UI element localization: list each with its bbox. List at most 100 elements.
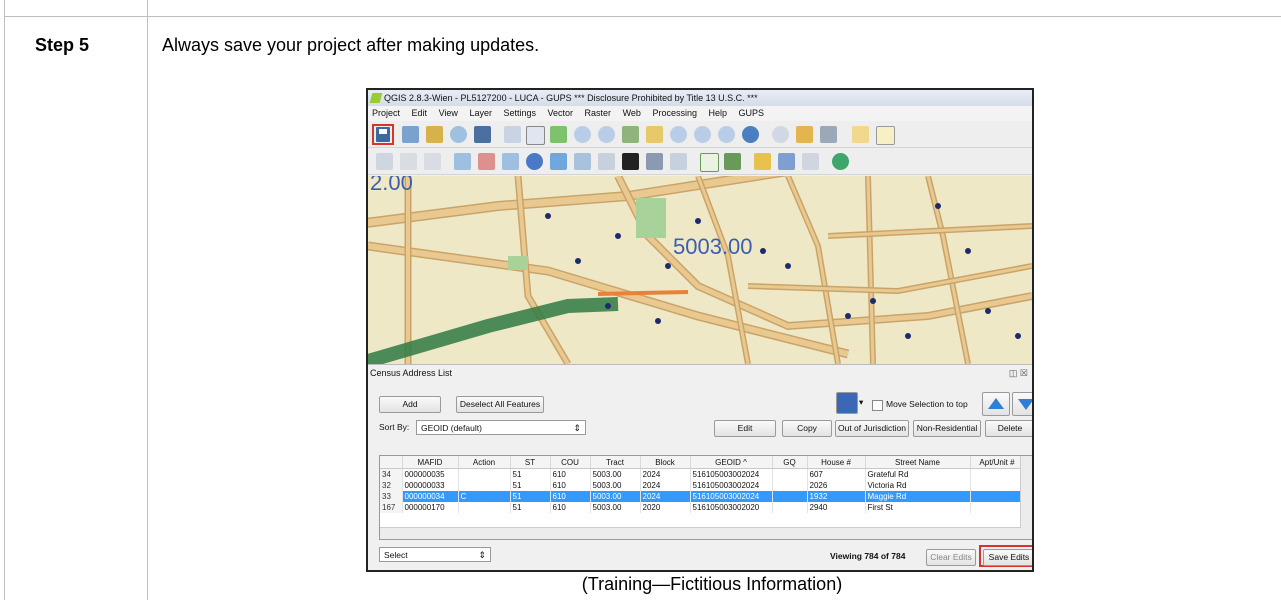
col-header-street[interactable]: Street Name bbox=[865, 456, 971, 469]
form-icon[interactable] bbox=[646, 153, 663, 170]
add-point-icon[interactable] bbox=[454, 153, 471, 170]
select-dropdown-value: Select bbox=[384, 550, 408, 560]
edit-button[interactable]: Edit bbox=[714, 420, 776, 437]
col-header-apt[interactable]: Apt/Unit # bbox=[970, 456, 1025, 469]
redo-icon[interactable] bbox=[424, 153, 441, 170]
zoom-next-icon[interactable] bbox=[718, 126, 735, 143]
cell-st: 51 bbox=[510, 480, 551, 491]
table-border-divider bbox=[147, 0, 148, 600]
non-residential-button[interactable]: Non-Residential bbox=[913, 420, 981, 437]
deselect-all-button[interactable]: Deselect All Features bbox=[456, 396, 544, 413]
menu-edit[interactable]: Edit bbox=[412, 108, 428, 118]
measure-icon[interactable] bbox=[820, 126, 837, 143]
menu-help[interactable]: Help bbox=[708, 108, 727, 118]
export-icon[interactable] bbox=[778, 153, 795, 170]
street-map bbox=[368, 176, 1032, 364]
horizontal-scrollbar[interactable] bbox=[380, 527, 1021, 539]
move-point-icon[interactable] bbox=[502, 153, 519, 170]
move-down-button[interactable] bbox=[1012, 392, 1032, 416]
menu-layer[interactable]: Layer bbox=[469, 108, 492, 118]
delete-button[interactable]: Delete bbox=[985, 420, 1032, 437]
menu-processing[interactable]: Processing bbox=[652, 108, 697, 118]
pan-map-to-selection-icon[interactable] bbox=[550, 126, 567, 143]
cell-apt bbox=[970, 502, 1025, 513]
col-header-st[interactable]: ST bbox=[510, 456, 551, 469]
menu-vector[interactable]: Vector bbox=[548, 108, 574, 118]
toolbar-bottom bbox=[368, 148, 1032, 175]
menu-gups[interactable]: GUPS bbox=[739, 108, 765, 118]
table-icon[interactable] bbox=[574, 153, 591, 170]
add-layer-icon[interactable] bbox=[832, 153, 849, 170]
zoom-out-icon[interactable] bbox=[598, 126, 615, 143]
move-selection-checkbox[interactable] bbox=[872, 400, 883, 411]
map-canvas[interactable]: 5003.00 2.00 bbox=[368, 176, 1032, 364]
undo-icon[interactable] bbox=[400, 153, 417, 170]
sort-ascending-icon: ^ bbox=[743, 457, 747, 467]
select-features-icon[interactable] bbox=[474, 126, 491, 143]
touch-icon[interactable] bbox=[504, 126, 521, 143]
refresh-icon[interactable] bbox=[742, 126, 759, 143]
cell-action bbox=[458, 480, 511, 491]
select-tool-icon[interactable] bbox=[836, 392, 858, 414]
check-icon[interactable] bbox=[700, 153, 719, 172]
select-dropdown[interactable]: Select ⇕ bbox=[379, 547, 491, 562]
new-project-icon[interactable] bbox=[402, 126, 419, 143]
out-of-jurisdiction-button[interactable]: Out of Jurisdiction bbox=[835, 420, 909, 437]
pan-map-icon[interactable] bbox=[526, 126, 545, 145]
col-header-geoid[interactable]: GEOID ^ bbox=[690, 456, 773, 469]
menu-web[interactable]: Web bbox=[623, 108, 641, 118]
pan-to-selection-icon[interactable] bbox=[426, 126, 443, 143]
sort-by-select[interactable]: GEOID (default) ⇕ bbox=[416, 420, 586, 435]
delete-point-icon[interactable] bbox=[478, 153, 495, 170]
cell-street: First St bbox=[865, 502, 971, 513]
menu-project[interactable]: Project bbox=[372, 108, 400, 118]
row-number: 34 bbox=[380, 468, 403, 480]
identify-icon[interactable] bbox=[450, 126, 467, 143]
table-row[interactable]: 34 000000035 51 610 5003.00 2024 5161050… bbox=[380, 468, 1025, 480]
select-by-location-icon[interactable] bbox=[796, 126, 813, 143]
vertical-scrollbar[interactable] bbox=[1020, 456, 1032, 539]
report-icon[interactable] bbox=[802, 153, 819, 170]
copy-icon[interactable] bbox=[598, 153, 615, 170]
menu-view[interactable]: View bbox=[439, 108, 458, 118]
col-header-tract[interactable]: Tract bbox=[590, 456, 641, 469]
col-header-cou[interactable]: COU bbox=[550, 456, 591, 469]
col-header-mafid[interactable]: MAFID bbox=[402, 456, 459, 469]
map-tips-icon[interactable] bbox=[852, 126, 869, 143]
zoom-full-icon[interactable] bbox=[622, 126, 639, 143]
window-titlebar: QGIS 2.8.3-Wien - PL5127200 - LUCA - GUP… bbox=[368, 90, 1032, 106]
save-edits-button[interactable]: Save Edits bbox=[983, 549, 1032, 566]
zoom-selection-icon[interactable] bbox=[646, 126, 663, 143]
table-border-top bbox=[4, 16, 1281, 17]
text-annotation-icon[interactable] bbox=[876, 126, 895, 145]
table-row[interactable]: 32 000000033 51 610 5003.00 2024 5161050… bbox=[380, 480, 1025, 491]
select-tool-dropdown-icon[interactable]: ▾ bbox=[859, 395, 863, 410]
identify-features-icon[interactable] bbox=[772, 126, 789, 143]
save-project-icon[interactable] bbox=[376, 127, 390, 142]
import-icon[interactable] bbox=[754, 153, 771, 170]
address-list-icon[interactable] bbox=[550, 153, 567, 170]
clear-edits-button[interactable]: Clear Edits bbox=[926, 549, 976, 566]
info-icon[interactable] bbox=[526, 153, 543, 170]
zoom-in-icon[interactable] bbox=[574, 126, 591, 143]
cell-street: Maggie Rd bbox=[865, 491, 971, 502]
col-header-house[interactable]: House # bbox=[807, 456, 866, 469]
zoom-last-icon[interactable] bbox=[694, 126, 711, 143]
tag-icon[interactable] bbox=[622, 153, 639, 170]
zoom-layer-icon[interactable] bbox=[670, 126, 687, 143]
col-header-action[interactable]: Action bbox=[458, 456, 511, 469]
cell-cou: 610 bbox=[550, 480, 591, 491]
digitize-icon[interactable] bbox=[376, 153, 393, 170]
menu-raster[interactable]: Raster bbox=[585, 108, 612, 118]
table-row[interactable]: 167 000000170 51 610 5003.00 2020 516105… bbox=[380, 502, 1025, 513]
add-button[interactable]: Add bbox=[379, 396, 441, 413]
panel-window-controls[interactable]: ◫ ☒ bbox=[1009, 368, 1028, 379]
copy-button[interactable]: Copy bbox=[782, 420, 832, 437]
col-header-block[interactable]: Block bbox=[640, 456, 691, 469]
validate-icon[interactable] bbox=[724, 153, 741, 170]
col-header-gq[interactable]: GQ bbox=[772, 456, 808, 469]
menu-settings[interactable]: Settings bbox=[503, 108, 536, 118]
layout-icon[interactable] bbox=[670, 153, 687, 170]
move-up-button[interactable] bbox=[982, 392, 1010, 416]
table-row-selected[interactable]: 33 000000034 C 51 610 5003.00 2024 51610… bbox=[380, 491, 1025, 502]
